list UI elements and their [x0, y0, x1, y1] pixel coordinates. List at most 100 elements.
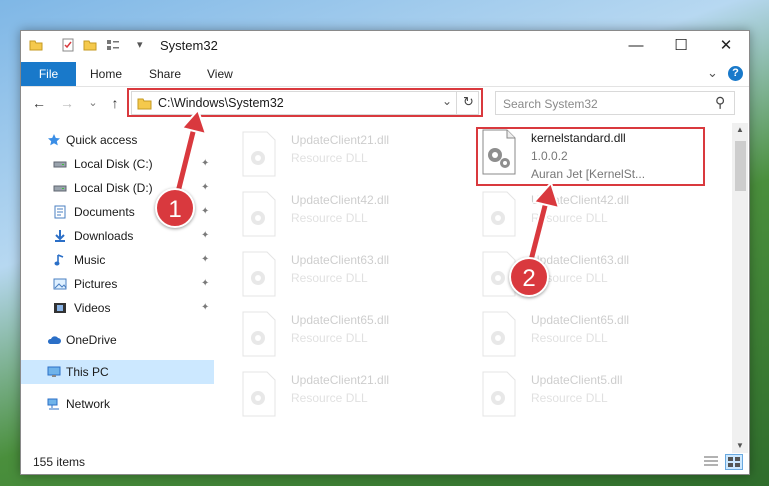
window-title: System32: [160, 38, 218, 53]
close-button[interactable]: ✕: [703, 31, 749, 61]
minimize-button[interactable]: —: [613, 31, 659, 61]
title-bar: ▾ System32 — ☐ ✕: [21, 31, 749, 61]
item-count: 155 items: [33, 455, 86, 469]
list-item[interactable]: UpdateClient42.dll Resource DLL: [481, 189, 711, 247]
scroll-up-icon[interactable]: ▲: [736, 125, 744, 134]
documents-icon: [54, 205, 66, 219]
vertical-scrollbar[interactable]: ▲ ▼: [732, 123, 748, 453]
navigation-bar: ← → ⌄ ↑ C:\Windows\System32 ⌄ ↻ Search S…: [21, 88, 749, 118]
search-input[interactable]: Search System32: [503, 97, 598, 111]
file-description: Resource DLL: [531, 331, 608, 345]
sidebar-item-label: Documents: [74, 205, 135, 219]
status-bar: 155 items: [21, 449, 749, 475]
file-description: Resource DLL: [291, 331, 368, 345]
pin-icon[interactable]: ✦: [201, 152, 209, 176]
file-name: UpdateClient63.dll: [531, 253, 630, 267]
help-icon[interactable]: ?: [728, 66, 743, 81]
tab-view[interactable]: View: [207, 62, 233, 86]
file-description: Resource DLL: [531, 391, 608, 405]
navigation-pane: Quick access Local Disk (C:) ✦ Local Dis…: [21, 123, 214, 443]
pin-icon[interactable]: ✦: [201, 248, 209, 272]
dll-file-icon: [242, 251, 276, 297]
file-name: UpdateClient5.dll: [531, 373, 623, 387]
forward-button[interactable]: →: [57, 93, 77, 113]
sidebar-item-local-disk-c[interactable]: Local Disk (C:) ✦: [21, 152, 214, 176]
recent-locations-button[interactable]: ⌄: [83, 93, 103, 113]
sidebar-item-label: Downloads: [74, 229, 134, 243]
sidebar-item-music[interactable]: Music ✦: [21, 248, 214, 272]
list-item[interactable]: UpdateClient42.dll Resource DLL: [241, 189, 471, 247]
file-name: UpdateClient42.dll: [291, 193, 390, 207]
sidebar-item-network[interactable]: Network: [21, 392, 214, 416]
properties-icon[interactable]: [61, 38, 75, 52]
pin-icon[interactable]: ✦: [201, 296, 209, 320]
tab-share[interactable]: Share: [149, 62, 181, 86]
file-name: UpdateClient65.dll: [531, 313, 630, 327]
back-button[interactable]: ←: [29, 93, 49, 113]
pin-icon[interactable]: ✦: [201, 272, 209, 296]
sidebar-item-label: This PC: [66, 365, 109, 379]
large-icons-view-icon[interactable]: [725, 454, 743, 470]
customize-toolbar-icon[interactable]: [106, 38, 120, 52]
sidebar-item-videos[interactable]: Videos ✦: [21, 296, 214, 320]
tab-file[interactable]: File: [21, 62, 76, 86]
list-item[interactable]: UpdateClient65.dll Resource DLL: [481, 309, 711, 367]
scrollbar-thumb[interactable]: [735, 141, 746, 191]
up-button[interactable]: ↑: [105, 93, 125, 113]
sidebar-item-onedrive[interactable]: OneDrive: [21, 328, 214, 352]
file-name: UpdateClient42.dll: [531, 193, 630, 207]
sidebar-item-label: OneDrive: [66, 333, 117, 347]
file-explorer-window: ▾ System32 — ☐ ✕ File Home Share View ⌄ …: [20, 30, 750, 475]
drive-icon: [53, 161, 67, 168]
sidebar-item-label: Music: [74, 253, 106, 267]
dll-file-icon: [242, 311, 276, 357]
file-description: Resource DLL: [291, 211, 368, 225]
pictures-icon: [53, 278, 67, 290]
list-item[interactable]: UpdateClient21.dll Resource DLL: [241, 129, 471, 187]
file-name: UpdateClient21.dll: [291, 133, 390, 147]
ribbon: File Home Share View ⌄ ?: [21, 61, 749, 87]
pin-icon[interactable]: ✦: [201, 200, 209, 224]
file-name: UpdateClient21.dll: [291, 373, 390, 387]
file-highlight-box: [476, 127, 705, 186]
dll-file-icon: [482, 371, 516, 417]
list-item[interactable]: UpdateClient5.dll Resource DLL: [481, 369, 711, 427]
sidebar-item-label: Videos: [74, 301, 111, 315]
sidebar-item-this-pc[interactable]: This PC: [21, 360, 214, 384]
sidebar-item-label: Local Disk (D:): [74, 181, 153, 195]
sidebar-item-quick-access[interactable]: Quick access: [21, 128, 214, 152]
drive-icon: [53, 185, 67, 192]
toolbar-dropdown-icon[interactable]: ▾: [137, 38, 143, 51]
file-description: Resource DLL: [291, 271, 368, 285]
list-item[interactable]: UpdateClient65.dll Resource DLL: [241, 309, 471, 367]
address-highlight-box: [127, 88, 483, 117]
search-box[interactable]: Search System32 ⚲: [495, 91, 735, 115]
dll-file-icon: [242, 131, 276, 177]
file-description: Resource DLL: [291, 151, 368, 165]
music-icon: [54, 254, 64, 266]
pin-icon[interactable]: ✦: [201, 176, 209, 200]
list-item[interactable]: UpdateClient21.dll Resource DLL: [241, 369, 471, 427]
search-icon[interactable]: ⚲: [715, 94, 725, 111]
sidebar-item-downloads[interactable]: Downloads ✦: [21, 224, 214, 248]
file-description: Resource DLL: [291, 391, 368, 405]
callout-step-1: 1: [155, 188, 195, 228]
videos-icon: [54, 303, 66, 313]
dll-file-icon: [242, 371, 276, 417]
network-icon: [47, 398, 59, 410]
file-name: UpdateClient63.dll: [291, 253, 390, 267]
cloud-icon: [47, 336, 61, 344]
pin-icon[interactable]: ✦: [201, 224, 209, 248]
expand-ribbon-icon[interactable]: ⌄: [707, 65, 718, 81]
details-view-icon[interactable]: [703, 455, 719, 469]
sidebar-item-label: Quick access: [66, 133, 138, 147]
sidebar-item-label: Pictures: [74, 277, 118, 291]
file-description: Resource DLL: [531, 211, 608, 225]
list-item[interactable]: UpdateClient63.dll Resource DLL: [241, 249, 471, 307]
sidebar-item-pictures[interactable]: Pictures ✦: [21, 272, 214, 296]
maximize-button[interactable]: ☐: [658, 31, 704, 61]
dll-file-icon: [482, 191, 516, 237]
tab-home[interactable]: Home: [90, 62, 122, 86]
computer-icon: [47, 366, 61, 377]
new-folder-icon[interactable]: [83, 38, 97, 52]
